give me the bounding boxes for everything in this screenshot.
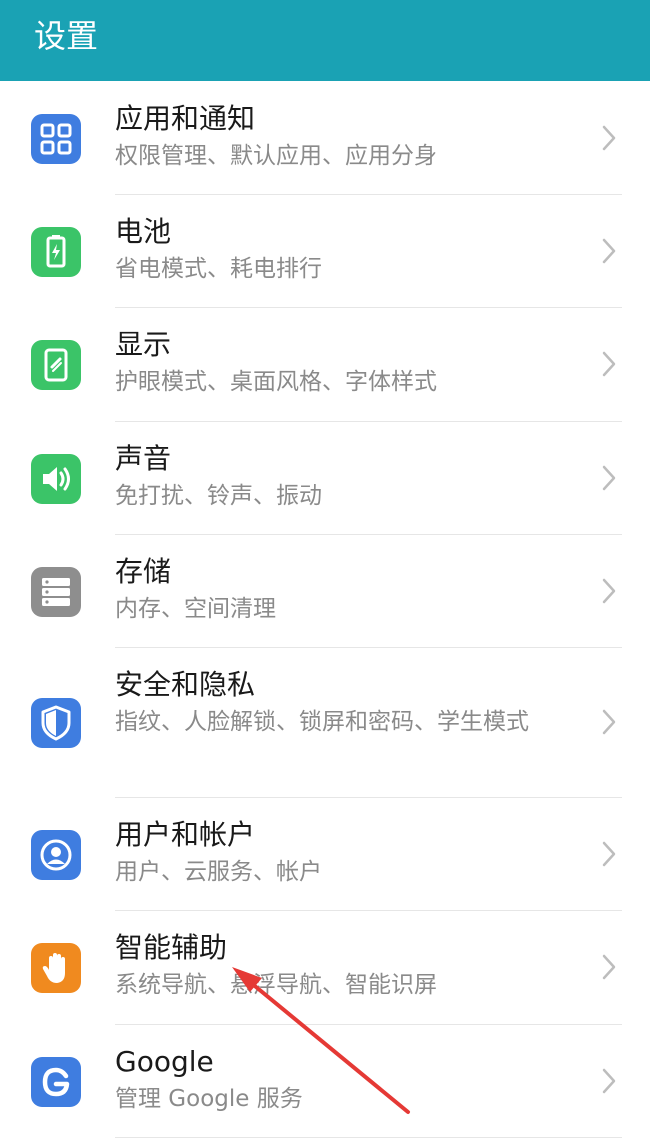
shield-icon [31, 698, 81, 748]
storage-icon [31, 567, 81, 617]
page-title: 设置 [34, 17, 99, 55]
item-title: 安全和隐私 [115, 668, 256, 701]
item-subtitle: 系统导航、悬浮导航、智能识屏 [115, 972, 437, 998]
item-subtitle: 内存、空间清理 [115, 596, 276, 622]
item-title: 存储 [115, 555, 172, 588]
chevron-right-icon [598, 952, 620, 982]
item-subtitle: 指纹、人脸解锁、锁屏和密码、学生模式 [115, 709, 529, 735]
chevron-right-icon [598, 123, 620, 153]
item-subtitle: 管理 Google 服务 [115, 1086, 303, 1112]
item-title: 智能辅助 [115, 931, 228, 964]
settings-item-smart-assistance[interactable]: 智能辅助 系统导航、悬浮导航、智能识屏 [0, 911, 650, 1025]
settings-item-users-accounts[interactable]: 用户和帐户 用户、云服务、帐户 [0, 798, 650, 911]
settings-item-display[interactable]: 显示 护眼模式、桌面风格、字体样式 [0, 308, 650, 422]
chevron-right-icon [598, 349, 620, 379]
item-title: 用户和帐户 [115, 818, 256, 851]
item-title: 应用和通知 [115, 102, 256, 135]
google-icon [31, 1057, 81, 1107]
item-subtitle: 省电模式、耗电排行 [115, 256, 322, 282]
item-subtitle: 权限管理、默认应用、应用分身 [115, 143, 437, 169]
display-icon [31, 340, 81, 390]
settings-item-battery[interactable]: 电池 省电模式、耗电排行 [0, 195, 650, 308]
battery-icon [31, 227, 81, 277]
settings-item-storage[interactable]: 存储 内存、空间清理 [0, 535, 650, 648]
item-subtitle: 用户、云服务、帐户 [115, 859, 322, 885]
settings-item-sound[interactable]: 声音 免打扰、铃声、振动 [0, 422, 650, 535]
settings-list: 应用和通知 权限管理、默认应用、应用分身 电池 省电模式、耗电排行 显示 护眼模… [0, 81, 650, 1138]
chevron-right-icon [598, 236, 620, 266]
apps-grid-icon [31, 114, 81, 164]
item-title: Google [115, 1045, 214, 1078]
item-title: 声音 [115, 442, 172, 475]
divider [115, 1137, 622, 1138]
chevron-right-icon [598, 707, 620, 737]
user-account-icon [31, 830, 81, 880]
top-app-bar: 设置 [0, 0, 650, 81]
chevron-right-icon [598, 463, 620, 493]
item-subtitle: 护眼模式、桌面风格、字体样式 [115, 369, 437, 395]
hand-icon [31, 943, 81, 993]
chevron-right-icon [598, 576, 620, 606]
sound-icon [31, 454, 81, 504]
chevron-right-icon [598, 839, 620, 869]
chevron-right-icon [598, 1066, 620, 1096]
settings-item-google[interactable]: Google 管理 Google 服务 [0, 1025, 650, 1138]
settings-item-security-privacy[interactable]: 安全和隐私 指纹、人脸解锁、锁屏和密码、学生模式 [0, 648, 650, 798]
item-title: 电池 [115, 215, 172, 248]
settings-item-apps-notifications[interactable]: 应用和通知 权限管理、默认应用、应用分身 [0, 81, 650, 195]
item-subtitle: 免打扰、铃声、振动 [115, 483, 322, 509]
item-title: 显示 [115, 328, 172, 361]
